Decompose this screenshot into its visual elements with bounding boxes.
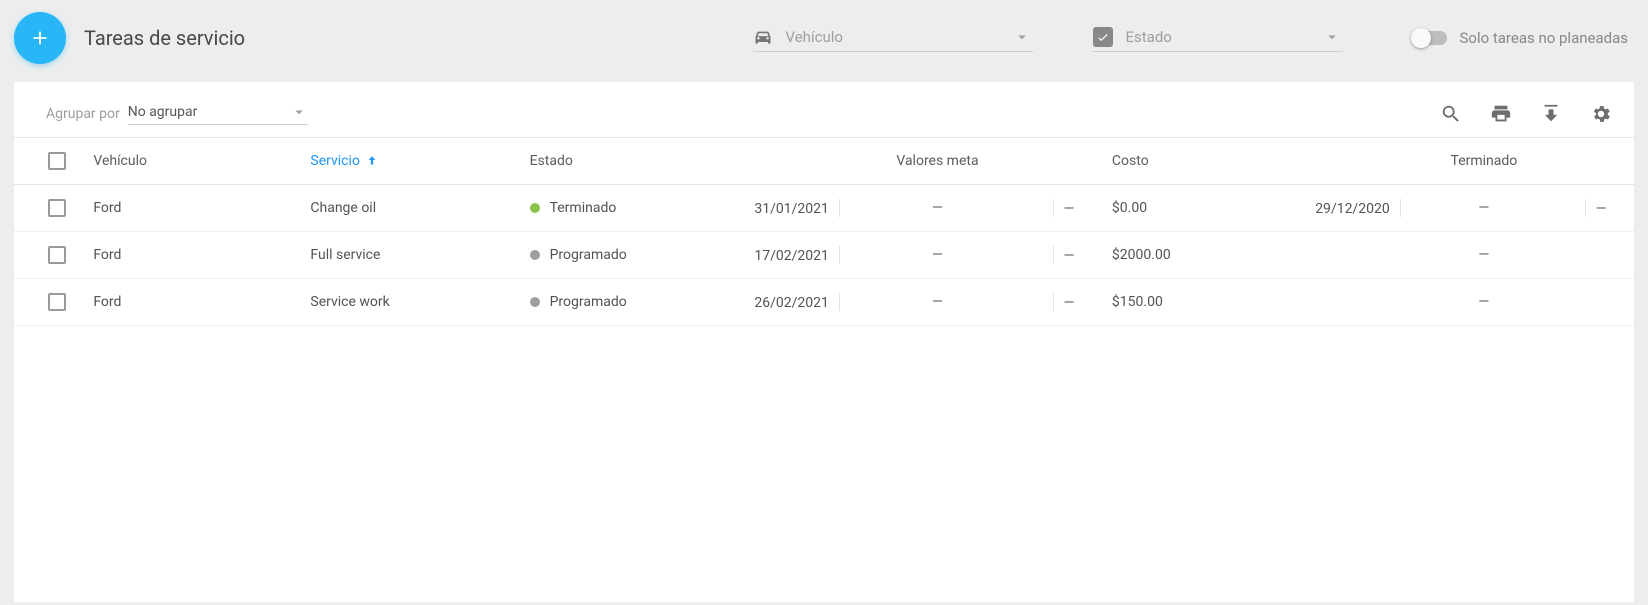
cell-finished: —	[1421, 232, 1547, 279]
cell-date1: 31/01/2021	[731, 185, 860, 232]
cell-finished: —	[1421, 185, 1547, 232]
table-row[interactable]: Ford Full service Programado 17/02/2021 …	[14, 232, 1634, 279]
cell-finished: —	[1421, 279, 1547, 326]
cell-extra2: —	[1547, 185, 1634, 232]
col-service-label: Servicio	[310, 153, 360, 169]
cell-service: Change oil	[300, 185, 519, 232]
cell-date1: 17/02/2021	[731, 232, 860, 279]
cell-cost: $0.00	[1102, 185, 1292, 232]
plus-icon	[29, 27, 51, 49]
tasks-card: Agrupar por No agrupar Vehículo Servicio	[14, 82, 1634, 602]
status-dot	[530, 203, 540, 213]
status-dot	[530, 250, 540, 260]
cell-date2	[1292, 279, 1421, 326]
col-date2	[1292, 138, 1421, 185]
row-checkbox[interactable]	[48, 293, 66, 311]
cell-targets: —	[860, 279, 1015, 326]
row-checkbox[interactable]	[48, 246, 66, 264]
cell-date2	[1292, 232, 1421, 279]
cell-date2: 29/12/2020	[1292, 185, 1421, 232]
status-dot	[530, 297, 540, 307]
cell-extra2	[1547, 279, 1634, 326]
col-extra1	[1015, 138, 1102, 185]
cell-extra1: —	[1015, 279, 1102, 326]
col-vehicle[interactable]: Vehículo	[83, 138, 300, 185]
cell-cost: $150.00	[1102, 279, 1292, 326]
col-state[interactable]: Estado	[520, 138, 731, 185]
cell-extra1: —	[1015, 232, 1102, 279]
group-by-label: Agrupar por	[46, 106, 120, 122]
cell-vehicle: Ford	[83, 279, 300, 326]
cell-service: Full service	[300, 232, 519, 279]
state-filter[interactable]: Estado	[1093, 25, 1343, 52]
cell-targets: —	[860, 185, 1015, 232]
cell-targets: —	[860, 232, 1015, 279]
row-checkbox[interactable]	[48, 199, 66, 217]
chevron-down-icon	[290, 103, 308, 121]
page-title: Tareas de servicio	[84, 26, 245, 50]
table-row[interactable]: Ford Service work Programado 26/02/2021 …	[14, 279, 1634, 326]
select-all-checkbox[interactable]	[48, 152, 66, 170]
col-targets[interactable]: Valores meta	[860, 138, 1015, 185]
cell-cost: $2000.00	[1102, 232, 1292, 279]
cell-extra2	[1547, 232, 1634, 279]
cell-state: Terminado	[520, 185, 731, 232]
cell-state: Programado	[520, 232, 731, 279]
vehicle-filter[interactable]: Vehículo	[753, 25, 1033, 52]
sort-asc-icon	[365, 154, 379, 168]
cell-service: Service work	[300, 279, 519, 326]
search-icon[interactable]	[1440, 103, 1462, 125]
group-by-value: No agrupar	[128, 104, 198, 120]
col-date1	[731, 138, 860, 185]
cell-vehicle: Ford	[83, 185, 300, 232]
chevron-down-icon	[1013, 28, 1031, 46]
chevron-down-icon	[1323, 28, 1341, 46]
col-cost[interactable]: Costo	[1102, 138, 1292, 185]
car-icon	[753, 27, 773, 47]
col-extra2	[1547, 138, 1634, 185]
col-finished[interactable]: Terminado	[1421, 138, 1547, 185]
download-icon[interactable]	[1540, 103, 1562, 125]
add-button[interactable]	[14, 12, 66, 64]
checkbox-checked-icon	[1093, 27, 1113, 47]
unplanned-toggle[interactable]	[1413, 31, 1447, 45]
gear-icon[interactable]	[1590, 103, 1612, 125]
cell-vehicle: Ford	[83, 232, 300, 279]
group-by-select[interactable]: No agrupar	[128, 102, 308, 125]
print-icon[interactable]	[1490, 103, 1512, 125]
vehicle-filter-label: Vehículo	[785, 28, 1001, 46]
cell-date1: 26/02/2021	[731, 279, 860, 326]
state-filter-label: Estado	[1125, 28, 1311, 46]
cell-state: Programado	[520, 279, 731, 326]
unplanned-toggle-label: Solo tareas no planeadas	[1459, 29, 1628, 47]
cell-extra1: —	[1015, 185, 1102, 232]
col-service[interactable]: Servicio	[300, 138, 519, 185]
table-row[interactable]: Ford Change oil Terminado 31/01/2021 — —…	[14, 185, 1634, 232]
